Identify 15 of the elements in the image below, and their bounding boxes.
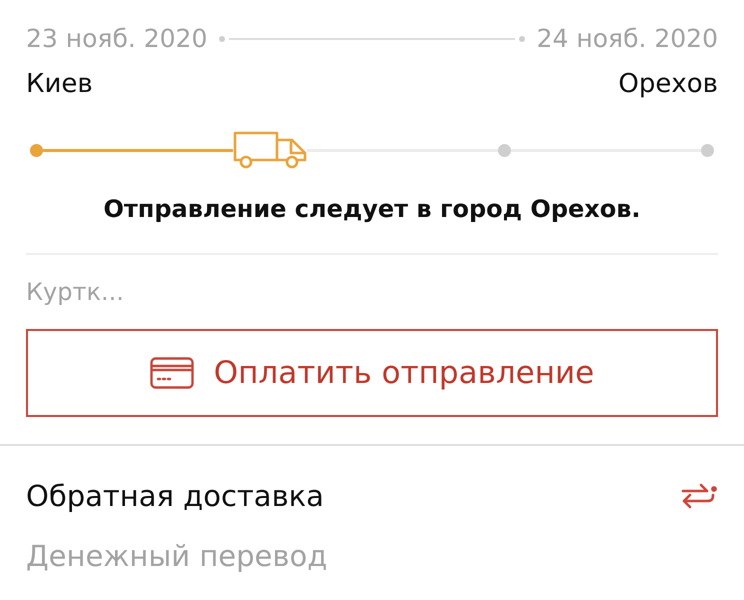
stop-dot-icon <box>498 144 511 156</box>
swap-arrows-icon[interactable] <box>680 481 718 511</box>
departure-date: 23 нояб. 2020 <box>26 23 208 55</box>
stop-dot-icon <box>30 144 43 156</box>
return-delivery-subtitle: Денежный перевод <box>26 538 328 574</box>
arrival-date: 24 нояб. 2020 <box>536 23 718 55</box>
return-delivery-title: Обратная доставка <box>26 478 324 514</box>
card-icon <box>150 357 194 389</box>
departure-city: Киев <box>26 68 93 100</box>
stop-dot-icon <box>700 144 714 156</box>
status-message: Отправление следует в город Орехов. <box>102 194 642 224</box>
arrival-city: Орехов <box>618 68 718 100</box>
contents-description: Куртк... <box>26 277 125 307</box>
pay-button[interactable]: Оплатить отправление <box>26 329 718 417</box>
truck-icon <box>233 131 308 169</box>
